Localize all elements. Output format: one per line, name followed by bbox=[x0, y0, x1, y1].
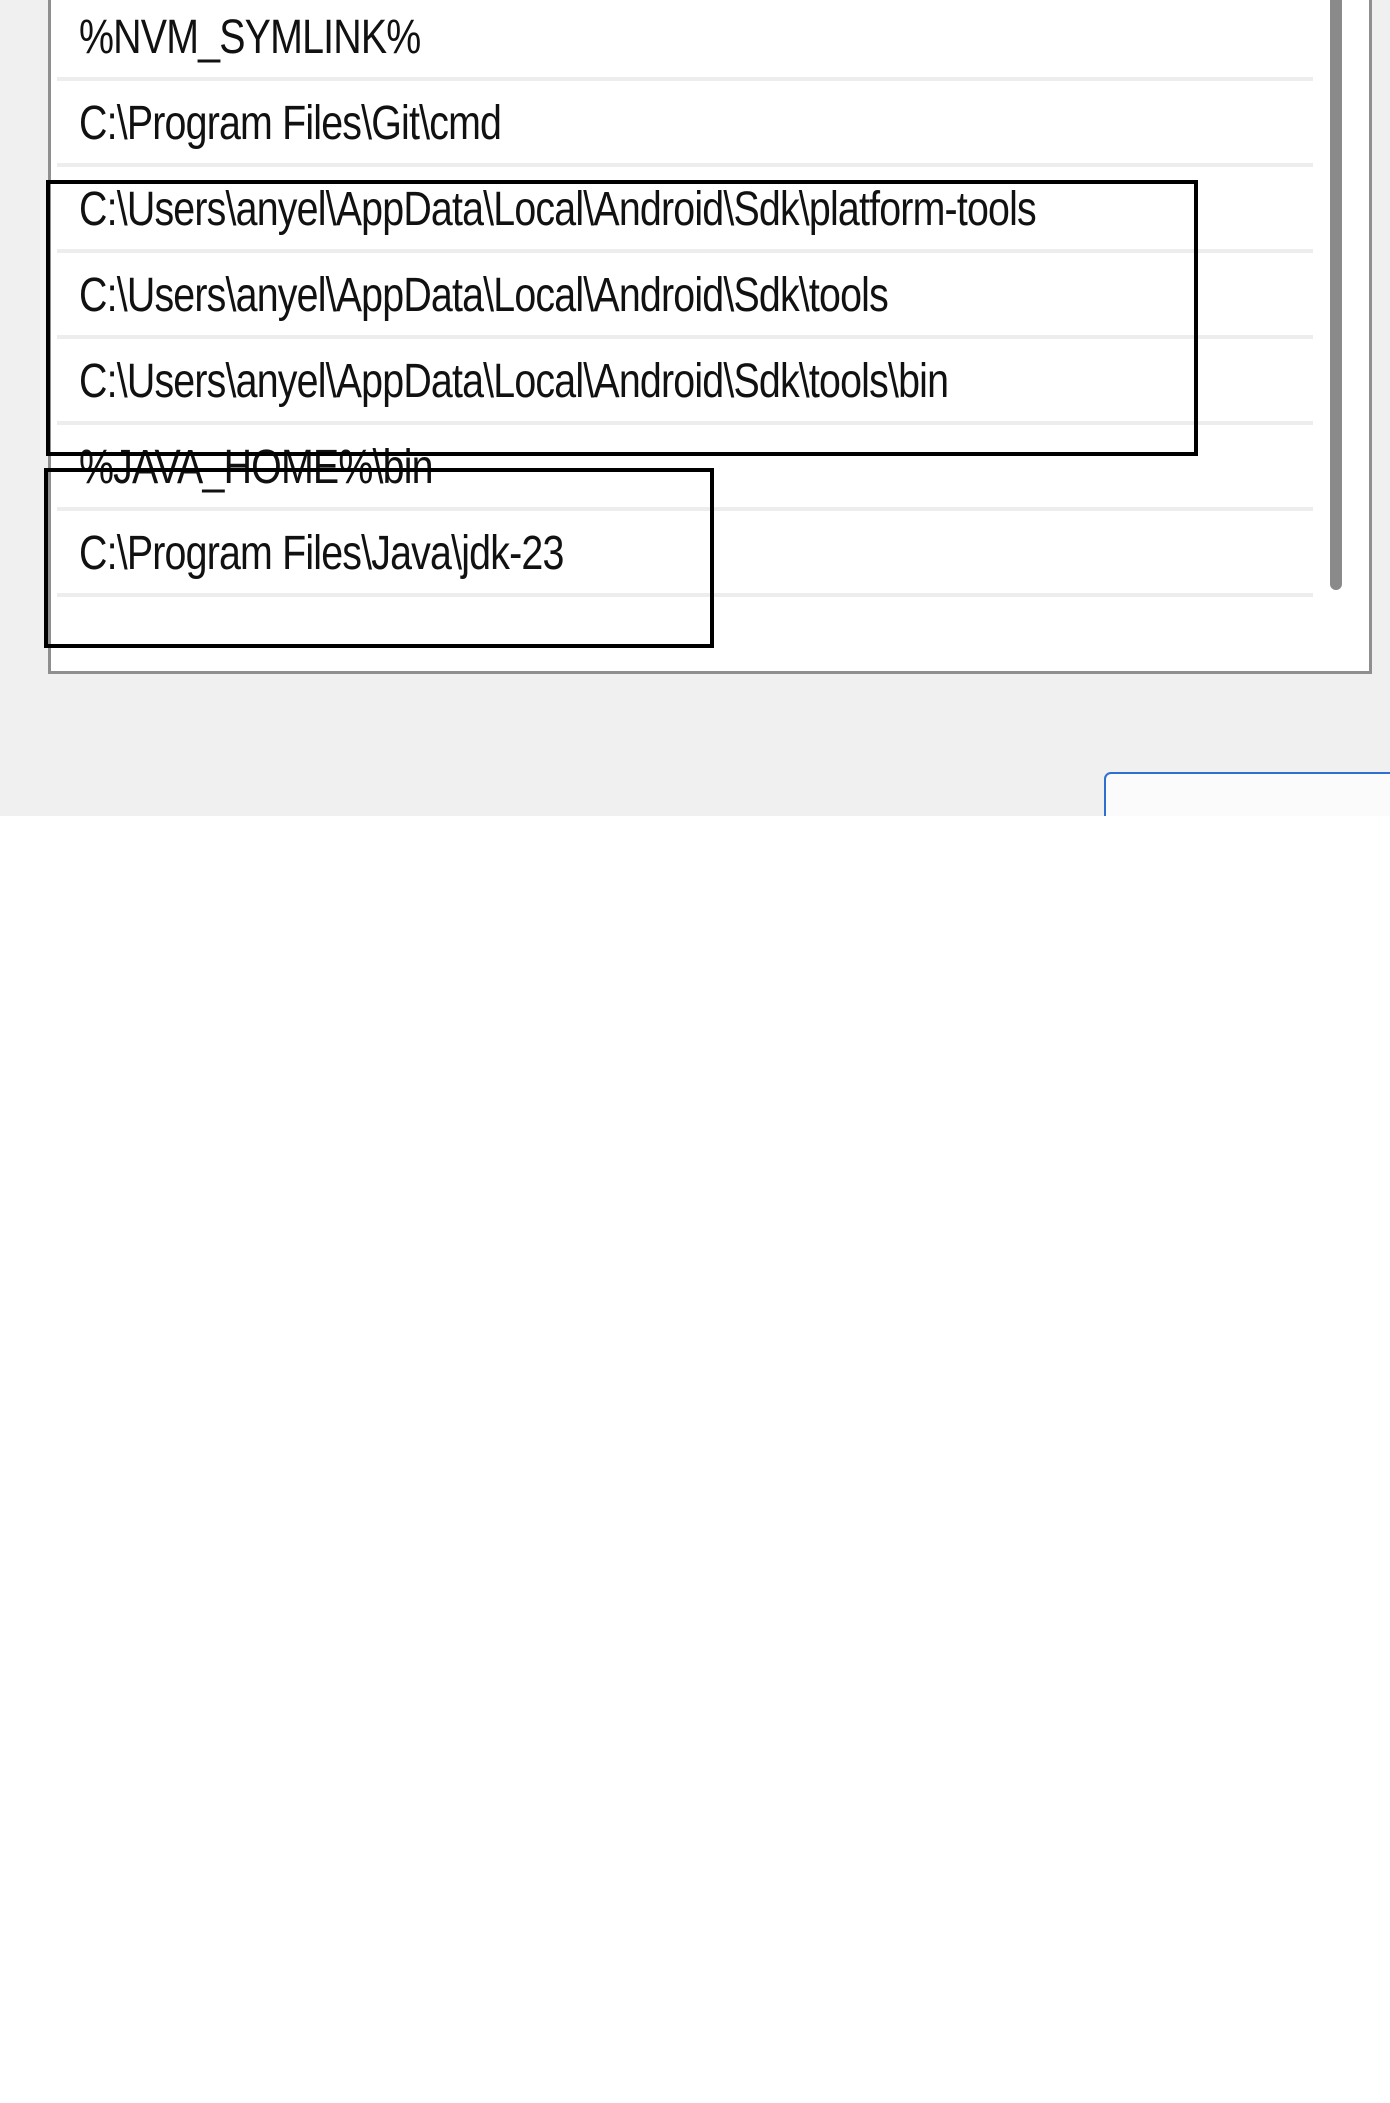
list-scrollbar[interactable] bbox=[1330, 0, 1342, 590]
path-entry-text: %NVM_SYMLINK% bbox=[79, 11, 421, 64]
path-entry-git-cmd[interactable]: C:\Program Files\Git\cmd bbox=[57, 81, 1313, 167]
java-highlight-box bbox=[44, 468, 714, 648]
button-label-cropped: · · bbox=[1186, 796, 1250, 816]
path-entry-nvm-symlink[interactable]: %NVM_SYMLINK% bbox=[57, 0, 1313, 81]
android-sdk-highlight-box bbox=[46, 180, 1198, 456]
dialog-button-partial[interactable]: · · bbox=[1104, 772, 1390, 816]
path-entry-text: C:\Program Files\Git\cmd bbox=[79, 97, 502, 150]
environment-variable-dialog: %NVM_SYMLINK% C:\Program Files\Git\cmd C… bbox=[0, 0, 1390, 816]
